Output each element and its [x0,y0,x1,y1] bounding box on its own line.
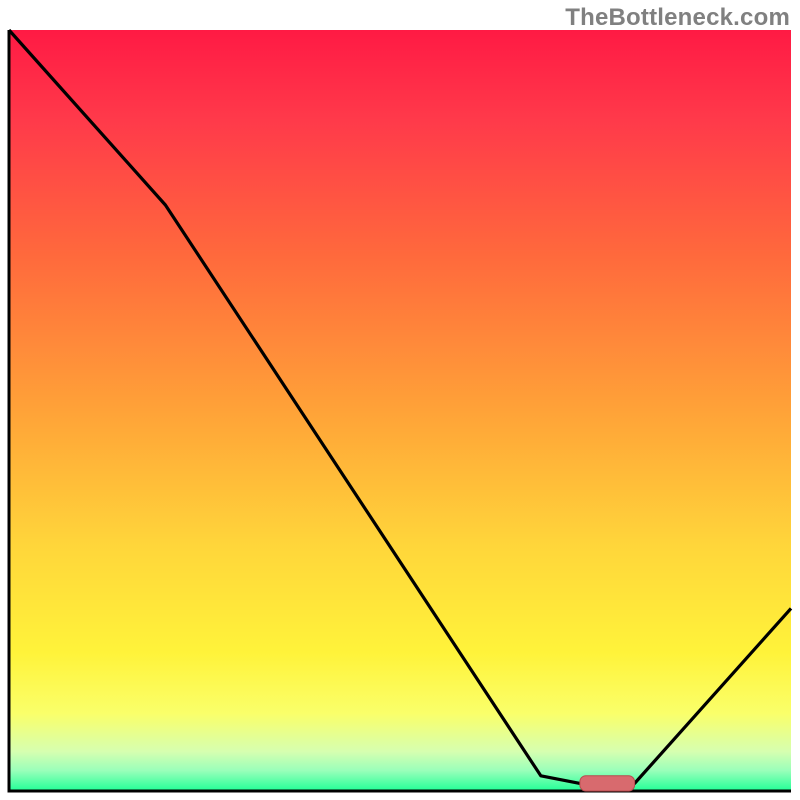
chart-svg [7,28,793,793]
optimal-marker [580,776,635,791]
chart-background [11,30,792,790]
plot-area [7,28,793,793]
chart-frame: TheBottleneck.com [0,0,800,800]
